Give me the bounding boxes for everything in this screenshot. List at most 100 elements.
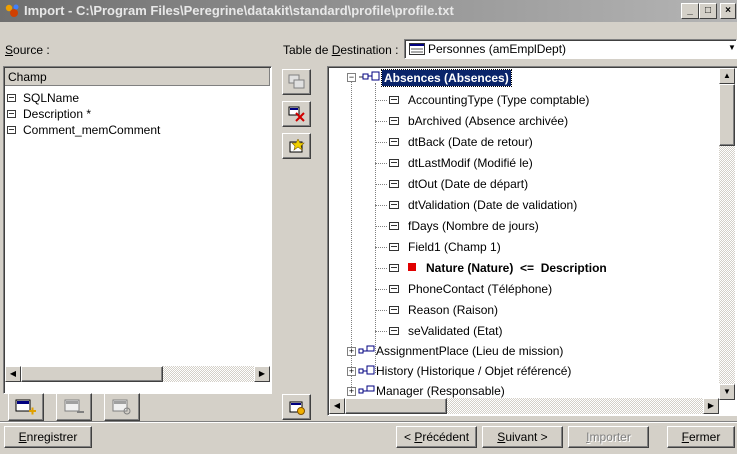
tree-connector [375, 121, 387, 122]
expand-toggle[interactable]: + [347, 387, 356, 396]
tree-connector [375, 310, 387, 311]
tree-field[interactable]: bArchived (Absence archivée) [408, 114, 568, 135]
field-icon [7, 126, 16, 134]
list-item[interactable]: Comment_memComment [7, 123, 160, 139]
destination-value: Personnes (amEmplDept) [428, 42, 567, 56]
list-item[interactable]: Description * [7, 107, 91, 123]
remove-field-button[interactable] [56, 393, 92, 421]
source-field-list[interactable]: Champ SQLName Description * Comment_memC… [3, 66, 272, 394]
tree-connector [375, 205, 387, 206]
vertical-scrollbar-thumb[interactable] [719, 84, 735, 146]
minimize-button[interactable]: _ [681, 3, 699, 19]
chevron-down-icon[interactable]: ▼ [728, 43, 736, 52]
tree-field[interactable]: Field1 (Champ 1) [408, 240, 501, 261]
tree-link[interactable]: History (Historique / Objet référencé) [376, 364, 571, 385]
field-icon [389, 117, 399, 125]
field-icon [389, 96, 399, 104]
horizontal-scrollbar-thumb[interactable] [21, 366, 163, 382]
tree-field-mapped[interactable]: Nature (Nature) <= Description [426, 261, 607, 282]
tree-field[interactable]: Reason (Raison) [408, 303, 498, 324]
field-icon [7, 94, 16, 102]
tree-field[interactable]: PhoneContact (Téléphone) [408, 282, 552, 303]
map-field-icon [288, 74, 305, 89]
field-icon [389, 159, 399, 167]
remove-field-icon [64, 399, 84, 413]
save-button[interactable]: Enregistrer [4, 426, 92, 448]
field-icon [389, 327, 399, 335]
field-icon [389, 306, 399, 314]
expand-toggle[interactable]: + [347, 367, 356, 376]
scroll-up-button[interactable]: ▲ [719, 68, 735, 84]
tree-connector [375, 268, 387, 269]
tree-root-absences[interactable]: Absences (Absences) [381, 69, 512, 87]
separator [0, 421, 737, 423]
link-settings-button[interactable] [282, 394, 311, 420]
field-icon [389, 264, 399, 272]
expand-toggle[interactable]: + [347, 347, 356, 356]
list-item[interactable]: SQLName [7, 91, 79, 107]
field-icon [389, 285, 399, 293]
add-field-icon [15, 399, 36, 415]
import-button[interactable]: Importer [568, 426, 649, 448]
tree-connector [375, 163, 387, 164]
vertical-scrollbar-track[interactable] [719, 84, 735, 384]
maximize-button[interactable]: □ [699, 3, 717, 19]
linked-table-icon [358, 365, 375, 375]
tree-field[interactable]: fDays (Nombre de jours) [408, 219, 539, 240]
link-icon [358, 385, 375, 394]
tree-field[interactable]: dtLastModif (Modifié le) [408, 156, 533, 177]
tree-connector [375, 184, 387, 185]
horizontal-scrollbar-thumb[interactable] [345, 398, 447, 414]
mapped-marker-icon [408, 263, 416, 271]
horizontal-scrollbar-track[interactable] [21, 366, 254, 382]
map-field-button[interactable] [282, 69, 311, 95]
tree-connector [375, 226, 387, 227]
link-icon [358, 345, 375, 354]
field-icon [389, 243, 399, 251]
edit-field-button[interactable] [104, 393, 140, 421]
tree-connector [375, 331, 387, 332]
table-icon [409, 43, 425, 55]
next-button[interactable]: Suivant > [482, 426, 563, 448]
field-icon [389, 201, 399, 209]
horizontal-scrollbar-track[interactable] [345, 398, 703, 414]
previous-button[interactable]: < Précédent [396, 426, 477, 448]
tree-link[interactable]: AssignmentPlace (Lieu de mission) [376, 344, 563, 365]
scroll-right-button[interactable]: ▶ [703, 398, 719, 414]
field-icon [389, 138, 399, 146]
scroll-left-button[interactable]: ◀ [329, 398, 345, 414]
tree-field[interactable]: seValidated (Etat) [408, 324, 503, 345]
destination-table-select[interactable]: Personnes (amEmplDept) ▼ [404, 39, 737, 59]
link-settings-icon [289, 401, 305, 415]
field-icon [389, 180, 399, 188]
tree-field[interactable]: dtValidation (Date de validation) [408, 198, 577, 219]
scroll-down-button[interactable]: ▼ [719, 384, 735, 400]
tree-field[interactable]: dtBack (Date de retour) [408, 135, 533, 156]
tree-field[interactable]: dtOut (Date de départ) [408, 177, 528, 198]
add-script-button[interactable] [282, 133, 311, 159]
script-icon [289, 139, 305, 153]
unmap-field-button[interactable] [282, 101, 311, 127]
scroll-right-button[interactable]: ▶ [254, 366, 270, 382]
tree-field[interactable]: AccountingType (Type comptable) [408, 93, 589, 114]
collapse-toggle[interactable]: − [347, 73, 356, 82]
tree-connector [375, 247, 387, 248]
close-button[interactable]: Fermer [667, 426, 735, 448]
source-column-header[interactable]: Champ [5, 68, 270, 86]
close-window-button[interactable]: × [720, 3, 736, 19]
destination-label: Table de Destination : [283, 43, 399, 57]
linked-table-icon [359, 71, 380, 81]
edit-field-icon [112, 399, 131, 415]
unmap-field-icon [288, 106, 305, 122]
tree-connector [375, 289, 387, 290]
source-label: Source : [5, 43, 50, 57]
import-app-icon [5, 4, 19, 17]
scroll-left-button[interactable]: ◀ [5, 366, 21, 382]
tree-connector [375, 142, 387, 143]
tree-guide-line [375, 83, 376, 373]
destination-field-tree[interactable]: − Absences (Absences) AccountingType (Ty… [327, 66, 737, 416]
field-icon [389, 222, 399, 230]
add-field-button[interactable] [8, 393, 44, 421]
field-icon [7, 110, 16, 118]
tree-connector [375, 100, 387, 101]
